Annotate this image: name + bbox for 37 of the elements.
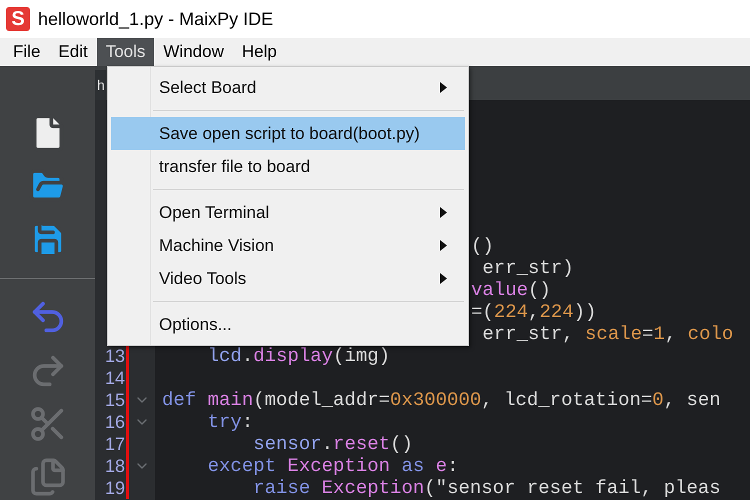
code-line: def main(model_addr=0x300000, lcd_rotation=0, sen <box>162 389 721 411</box>
window-title: helloworld_1.py - MaixPy IDE <box>38 8 274 31</box>
menu-item[interactable]: Help <box>232 38 286 66</box>
code-line: err_str) <box>481 257 574 279</box>
menu-item[interactable]: Window <box>154 38 233 66</box>
code-line: =(224,224)) <box>471 301 596 323</box>
menu-item[interactable]: Edit <box>49 38 97 66</box>
menu-option[interactable]: Video Tools <box>111 262 465 295</box>
menu-item[interactable]: File <box>4 38 50 66</box>
menu-option[interactable]: Machine Vision <box>111 229 465 262</box>
menu-option[interactable]: Options... <box>111 308 465 341</box>
code-line: lcd.display(img) <box>206 345 390 367</box>
code-line: try: <box>206 411 254 433</box>
menu-option[interactable]: Select Board <box>111 71 465 104</box>
line-number: 14 <box>104 368 125 388</box>
submenu-arrow-icon <box>440 207 447 218</box>
menu-option[interactable]: Save open script to board(boot.py) <box>111 117 465 150</box>
submenu-arrow-icon <box>440 273 447 284</box>
line-number: 13 <box>104 346 125 366</box>
line-number: 15 <box>104 390 125 410</box>
submenu-arrow-icon <box>440 82 447 93</box>
code-line: sensor.reset() <box>252 433 413 455</box>
menu-option[interactable]: Open Terminal <box>111 196 465 229</box>
code-line: () <box>471 235 494 257</box>
code-line: raise Exception("sensor reset fail, pleas <box>252 477 721 499</box>
app-logo: S <box>6 7 30 31</box>
code-line: err_str, scale=1, colo <box>481 323 734 345</box>
menu-item[interactable]: Tools <box>96 38 154 66</box>
editor-tab[interactable]: h <box>95 70 106 100</box>
line-number: 17 <box>104 434 125 454</box>
submenu-arrow-icon <box>440 240 447 251</box>
code-line: except Exception as e: <box>206 455 458 477</box>
line-number: 18 <box>104 456 125 476</box>
line-number: 19 <box>104 478 125 498</box>
line-number: 16 <box>104 412 125 432</box>
code-line: value() <box>471 279 551 301</box>
menu-option[interactable]: transfer file to board <box>111 150 465 183</box>
